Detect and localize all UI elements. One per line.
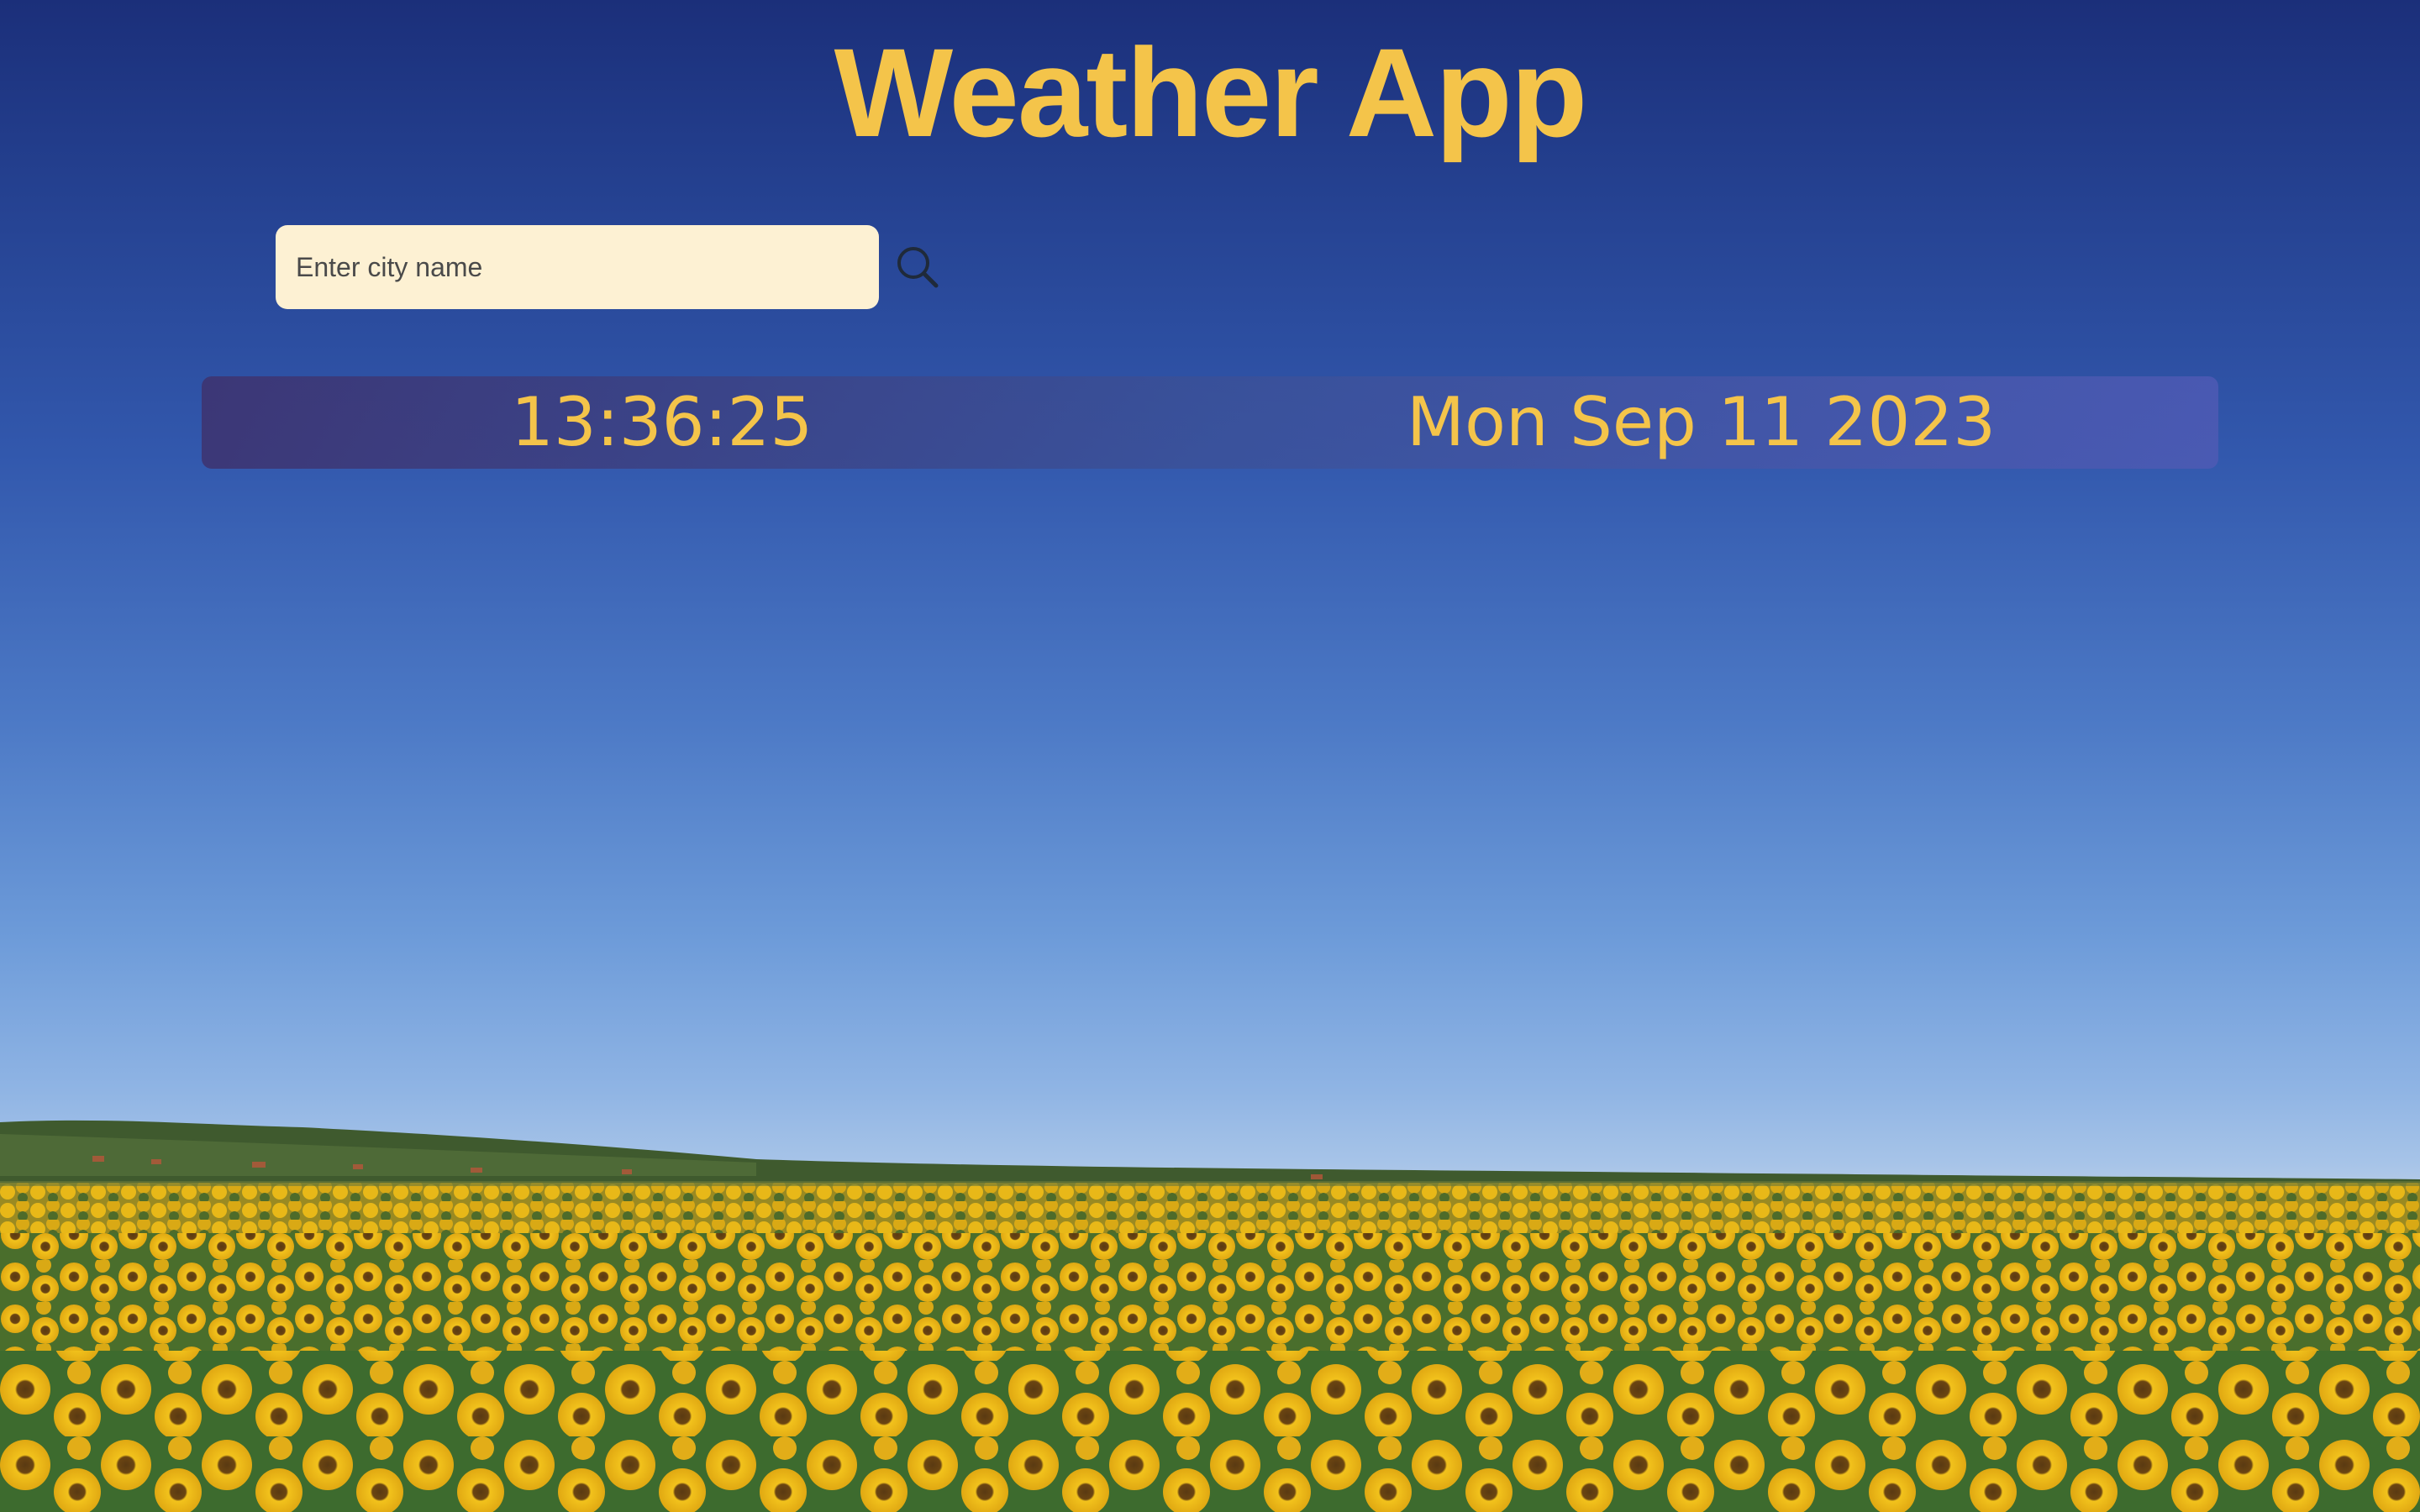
search-icon (897, 247, 939, 288)
current-date: Mon Sep 11 2023 (1407, 383, 1996, 461)
current-time: 13:36:25 (511, 383, 813, 461)
app-title: Weather App (834, 22, 1588, 163)
search-button[interactable] (892, 242, 943, 292)
city-search-input[interactable] (276, 225, 879, 309)
datetime-bar: 13:36:25 Mon Sep 11 2023 (202, 376, 2218, 469)
